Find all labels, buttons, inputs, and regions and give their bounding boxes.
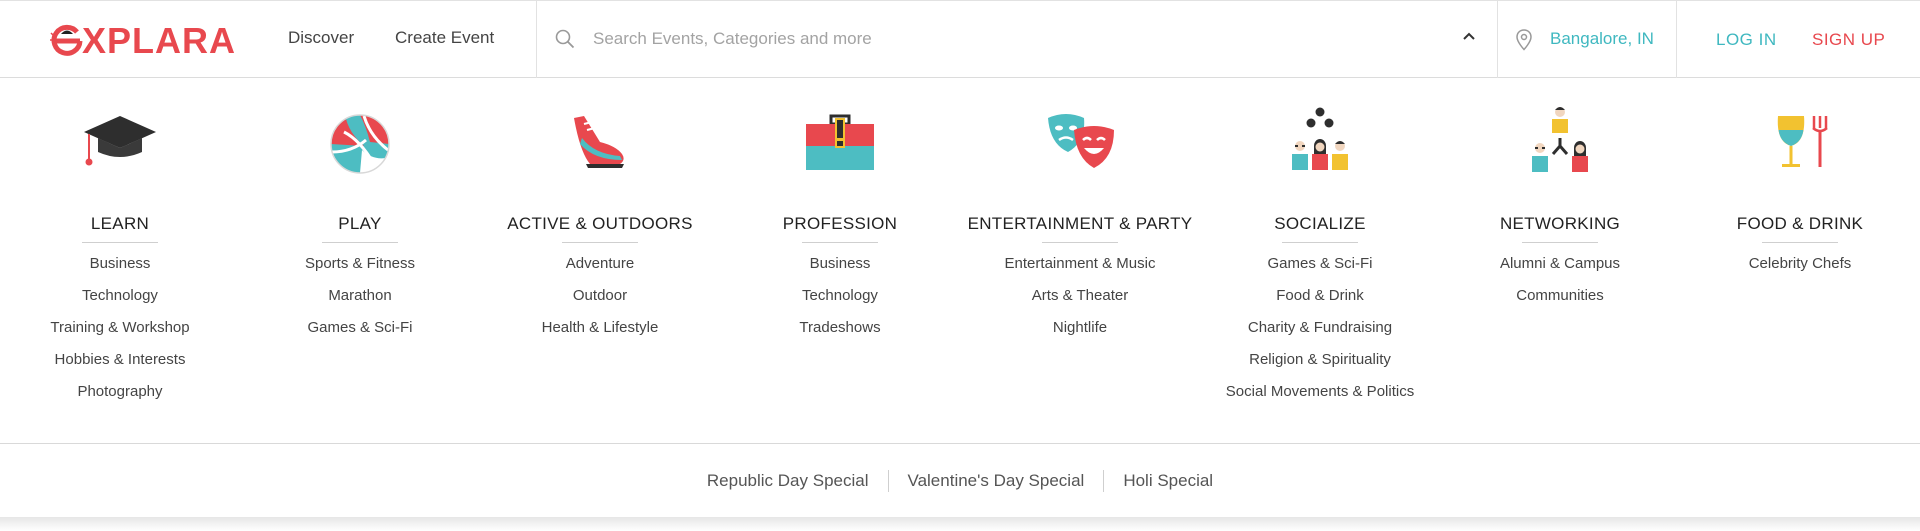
wine-fork-icon: [1777, 116, 1828, 167]
chevron-up-icon[interactable]: [1462, 31, 1476, 41]
category-link[interactable]: Communities: [1440, 280, 1680, 312]
category-title[interactable]: LEARN: [0, 214, 240, 234]
categories-menu: LEARN Business Technology Training & Wor…: [0, 78, 1920, 443]
category-underline: [1282, 242, 1358, 243]
category-link[interactable]: Training & Workshop: [0, 312, 240, 344]
category-link[interactable]: Social Movements & Politics: [1200, 376, 1440, 408]
special-republic-day[interactable]: Republic Day Special: [688, 471, 888, 491]
category-list: Sports & Fitness Marathon Games & Sci-Fi: [240, 248, 480, 344]
location-pin-icon: [1516, 29, 1532, 51]
theater-masks-icon: [1048, 114, 1114, 168]
category-underline: [1522, 242, 1598, 243]
category-link[interactable]: Celebrity Chefs: [1680, 248, 1920, 280]
category-title[interactable]: SOCIALIZE: [1200, 214, 1440, 234]
menu-shadow: [0, 517, 1920, 531]
category-link[interactable]: Adventure: [480, 248, 720, 280]
category-title[interactable]: NETWORKING: [1440, 214, 1680, 234]
category-link[interactable]: Marathon: [240, 280, 480, 312]
logo-e-icon: [50, 24, 83, 56]
category-underline: [1042, 242, 1118, 243]
category-underline: [802, 242, 878, 243]
login-button[interactable]: LOG IN: [1716, 30, 1777, 50]
category-link[interactable]: Entertainment & Music: [960, 248, 1200, 280]
category-link[interactable]: Games & Sci-Fi: [1200, 248, 1440, 280]
explara-logo[interactable]: XPLARA: [50, 20, 240, 61]
category-link[interactable]: Religion & Spirituality: [1200, 344, 1440, 376]
category-list: Celebrity Chefs: [1680, 248, 1920, 280]
header-divider: [536, 1, 537, 78]
search-input[interactable]: [593, 23, 1413, 55]
category-list: Business Technology Training & Workshop …: [0, 248, 240, 408]
volleyball-icon: [330, 114, 390, 174]
category-title[interactable]: FOOD & DRINK: [1680, 214, 1920, 234]
network-people-icon: [1532, 107, 1588, 172]
category-underline: [82, 242, 158, 243]
people-group-icon: [1292, 107, 1348, 170]
category-underline: [1762, 242, 1838, 243]
category-link[interactable]: Games & Sci-Fi: [240, 312, 480, 344]
category-link[interactable]: Nightlife: [960, 312, 1200, 344]
header-divider: [1676, 1, 1677, 78]
briefcase-icon: [806, 114, 874, 170]
nav-discover[interactable]: Discover: [288, 28, 354, 48]
category-title[interactable]: ENTERTAINMENT & PARTY: [960, 214, 1200, 234]
category-title[interactable]: PROFESSION: [720, 214, 960, 234]
top-header: XPLARA Discover Create Event Bangalore, …: [0, 0, 1920, 78]
category-link[interactable]: Charity & Fundraising: [1200, 312, 1440, 344]
specials-bar: Republic Day Special Valentine's Day Spe…: [0, 444, 1920, 517]
search-icon: [555, 29, 575, 49]
category-list: Business Technology Tradeshows: [720, 248, 960, 344]
category-link[interactable]: Sports & Fitness: [240, 248, 480, 280]
category-underline: [322, 242, 398, 243]
graduation-cap-icon: [84, 116, 156, 166]
nav-create-event[interactable]: Create Event: [395, 28, 494, 48]
category-list: Adventure Outdoor Health & Lifestyle: [480, 248, 720, 344]
logo-text: XPLARA: [82, 20, 237, 61]
category-link[interactable]: Arts & Theater: [960, 280, 1200, 312]
category-link[interactable]: Health & Lifestyle: [480, 312, 720, 344]
category-link[interactable]: Tradeshows: [720, 312, 960, 344]
category-title[interactable]: ACTIVE & OUTDOORS: [480, 214, 720, 234]
running-shoe-icon: [574, 116, 624, 168]
category-link[interactable]: Business: [720, 248, 960, 280]
category-list: Alumni & Campus Communities: [1440, 248, 1680, 312]
category-list: Entertainment & Music Arts & Theater Nig…: [960, 248, 1200, 344]
category-list: Games & Sci-Fi Food & Drink Charity & Fu…: [1200, 248, 1440, 408]
special-valentines-day[interactable]: Valentine's Day Special: [889, 471, 1104, 491]
category-link[interactable]: Alumni & Campus: [1440, 248, 1680, 280]
category-link[interactable]: Hobbies & Interests: [0, 344, 240, 376]
category-link[interactable]: Food & Drink: [1200, 280, 1440, 312]
category-link[interactable]: Technology: [0, 280, 240, 312]
signup-button[interactable]: SIGN UP: [1812, 30, 1885, 50]
category-link[interactable]: Technology: [720, 280, 960, 312]
category-link[interactable]: Photography: [0, 376, 240, 408]
category-underline: [562, 242, 638, 243]
special-holi[interactable]: Holi Special: [1104, 471, 1232, 491]
category-link[interactable]: Business: [0, 248, 240, 280]
location-selector[interactable]: Bangalore, IN: [1550, 29, 1654, 49]
category-link[interactable]: Outdoor: [480, 280, 720, 312]
category-title[interactable]: PLAY: [240, 214, 480, 234]
header-divider: [1497, 1, 1498, 78]
